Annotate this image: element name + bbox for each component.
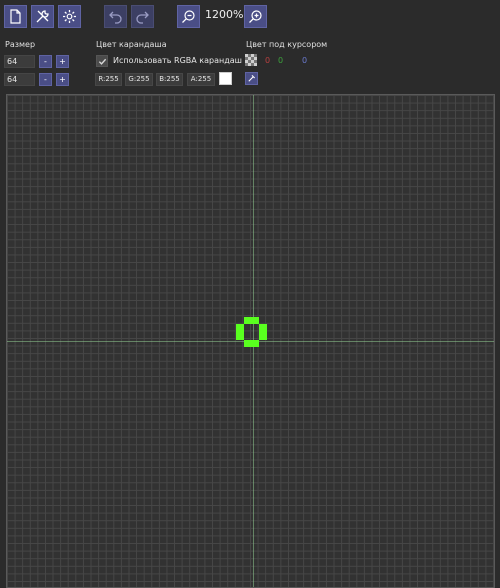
settings-icon — [63, 10, 76, 23]
pencil-color-swatch[interactable] — [219, 72, 232, 85]
pencil-color-label: Цвет карандаша — [96, 40, 167, 49]
width-field[interactable]: 64 — [4, 55, 35, 68]
zoom-out-icon — [182, 10, 195, 23]
painted-pixel — [243, 339, 252, 348]
painted-pixel — [243, 316, 252, 325]
width-decrement-button[interactable]: - — [39, 55, 52, 68]
settings-button[interactable] — [58, 5, 81, 28]
painted-pixel — [236, 324, 244, 332]
cursor-green-value: 0 — [278, 56, 284, 65]
checkmark-icon — [98, 58, 106, 65]
redo-icon — [136, 11, 149, 24]
painted-pixel — [259, 324, 267, 332]
zoom-out-button[interactable] — [177, 5, 200, 28]
cursor-color-swatch — [245, 54, 257, 66]
tools-icon — [36, 10, 49, 23]
redo-button[interactable] — [131, 5, 154, 28]
height-field[interactable]: 64 — [4, 73, 35, 86]
undo-button[interactable] — [104, 5, 127, 28]
painted-pixel — [251, 339, 260, 348]
cursor-color-label: Цвет под курсором — [246, 40, 328, 49]
cursor-red-value: 0 — [265, 56, 271, 65]
tools-button[interactable] — [31, 5, 54, 28]
color-picker-button[interactable] — [245, 72, 258, 85]
zoom-level: 1200% — [205, 8, 244, 21]
height-decrement-button[interactable]: - — [39, 73, 52, 86]
pencil-alpha-field[interactable]: A:255 — [187, 73, 215, 86]
painted-pixel — [236, 331, 244, 340]
width-increment-button[interactable]: + — [56, 55, 69, 68]
size-label: Размер — [5, 40, 36, 49]
painted-pixel — [251, 316, 260, 325]
use-rgba-label: Использовать RGBA карандаш — [113, 56, 242, 65]
eyedropper-icon — [248, 74, 256, 82]
cursor-blue-value: 0 — [302, 56, 308, 65]
zoom-in-icon — [249, 10, 262, 23]
use-rgba-checkbox[interactable] — [96, 55, 108, 67]
pencil-green-field[interactable]: G:255 — [125, 73, 153, 86]
undo-icon — [109, 11, 122, 24]
painted-pixel — [259, 331, 267, 340]
zoom-in-button[interactable] — [244, 5, 267, 28]
new-file-icon — [10, 9, 21, 24]
new-file-button[interactable] — [4, 5, 27, 28]
pixel-canvas[interactable] — [7, 95, 494, 587]
pencil-red-field[interactable]: R:255 — [95, 73, 122, 86]
pencil-blue-field[interactable]: B:255 — [156, 73, 183, 86]
height-increment-button[interactable]: + — [56, 73, 69, 86]
